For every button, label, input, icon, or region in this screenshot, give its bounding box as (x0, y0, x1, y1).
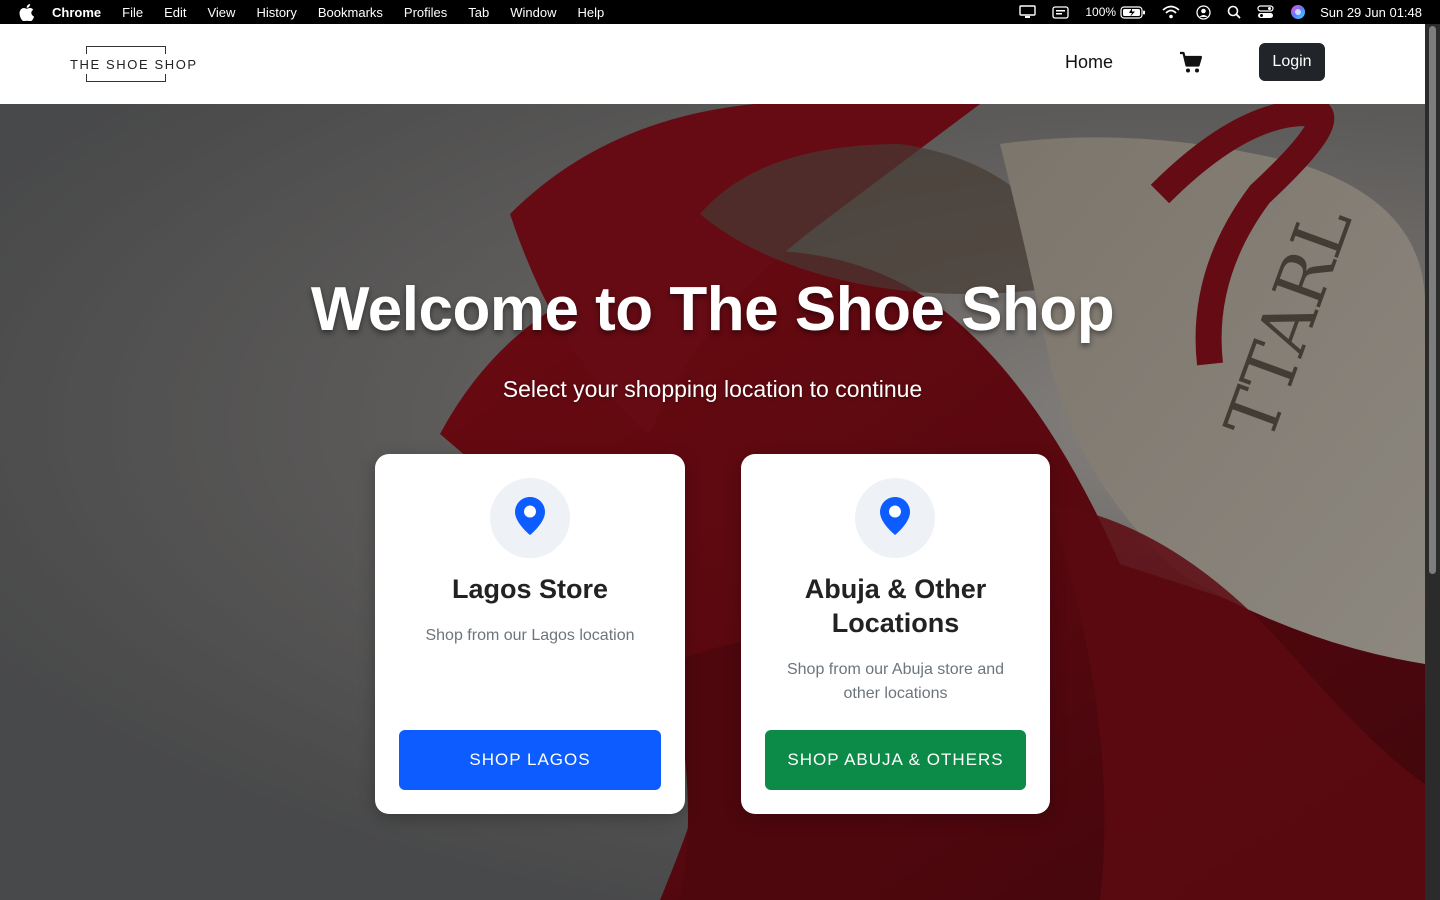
pin-circle (490, 478, 570, 558)
logo-text: THE SHOE SHOP (70, 57, 198, 72)
site-logo[interactable]: THE SHOE SHOP (70, 46, 198, 82)
nav-home-link[interactable]: Home (1065, 52, 1113, 73)
display-icon[interactable] (1019, 0, 1037, 24)
shop-lagos-button[interactable]: SHOP LAGOS (399, 730, 661, 790)
browser-viewport: THE SHOE SHOP Home Login TTARL Welcome t… (0, 24, 1425, 900)
logo-bracket-top (86, 46, 166, 54)
keyboard-icon[interactable] (1052, 0, 1070, 24)
menu-view[interactable]: View (207, 5, 235, 20)
shop-abuja-button[interactable]: SHOP ABUJA & OTHERS (765, 730, 1026, 790)
site-navbar: THE SHOE SHOP Home Login (0, 24, 1425, 104)
battery-icon[interactable] (1120, 0, 1146, 24)
battery-percent: 100% (1085, 5, 1117, 19)
hero-subtitle: Select your shopping location to continu… (502, 376, 923, 402)
hero-title: Welcome to The Shoe Shop (310, 275, 1115, 344)
menubar-status-area: 100% Sun 29 Jun 01:48 (1003, 0, 1422, 24)
hero-overlay (0, 104, 1425, 900)
apple-icon[interactable] (19, 3, 35, 21)
menu-profiles[interactable]: Profiles (404, 5, 447, 20)
map-pin-icon (879, 496, 911, 541)
menubar-clock[interactable]: Sun 29 Jun 01:48 (1320, 5, 1422, 20)
pin-circle (855, 478, 935, 558)
menu-file[interactable]: File (122, 5, 143, 20)
menu-tab[interactable]: Tab (468, 5, 489, 20)
card-title: Lagos Store (451, 574, 609, 604)
page-scrollbar[interactable] (1425, 24, 1440, 900)
login-button[interactable]: Login (1259, 43, 1325, 81)
menu-help[interactable]: Help (578, 5, 605, 20)
macos-menubar: Chrome File Edit View History Bookmarks … (0, 0, 1440, 24)
menu-app-name[interactable]: Chrome (52, 5, 101, 20)
search-icon[interactable] (1227, 0, 1241, 24)
menu-edit[interactable]: Edit (164, 5, 186, 20)
card-title: Abuja & Other Locations (804, 574, 987, 638)
logo-bracket-bottom (86, 74, 166, 82)
location-card-lagos: Lagos Store Shop from our Lagos location… (375, 454, 685, 814)
menu-window[interactable]: Window (510, 5, 556, 20)
control-center-icon[interactable] (1257, 0, 1274, 24)
menu-history[interactable]: History (256, 5, 296, 20)
card-description: Shop from our Abuja store and other loca… (786, 661, 1005, 702)
hero-section: TTARL Welcome to The Shoe Shop Select yo… (0, 104, 1425, 900)
map-pin-icon (514, 496, 546, 541)
menu-bookmarks[interactable]: Bookmarks (318, 5, 383, 20)
scrollbar-thumb[interactable] (1429, 26, 1436, 574)
location-card-abuja: Abuja & Other Locations Shop from our Ab… (741, 454, 1050, 814)
cart-icon[interactable] (1179, 51, 1203, 75)
card-description: Shop from our Lagos location (425, 627, 635, 644)
siri-icon[interactable] (1290, 0, 1306, 24)
user-icon[interactable] (1196, 0, 1211, 24)
wifi-icon[interactable] (1162, 0, 1180, 24)
